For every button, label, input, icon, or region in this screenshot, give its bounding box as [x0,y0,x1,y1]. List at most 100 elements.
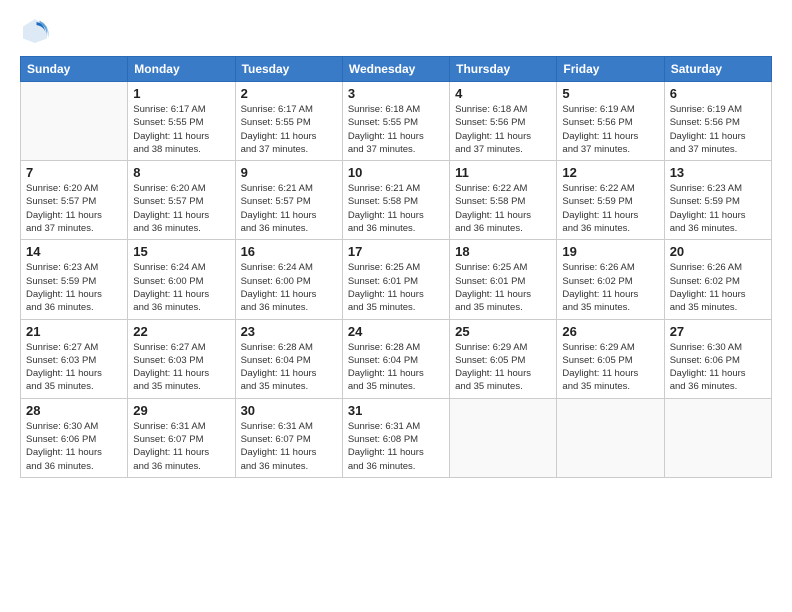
weekday-header-row: SundayMondayTuesdayWednesdayThursdayFrid… [21,57,772,82]
calendar-cell: 19 Sunrise: 6:26 AMSunset: 6:02 PMDayligh… [557,240,664,319]
day-number: 19 [562,244,658,259]
day-info: Sunrise: 6:19 AMSunset: 5:56 PMDaylight:… [562,103,658,156]
calendar-cell: 23 Sunrise: 6:28 AMSunset: 6:04 PMDayligh… [235,319,342,398]
day-number: 24 [348,324,444,339]
day-number: 21 [26,324,122,339]
week-row-2: 7Sunrise: 6:20 AMSunset: 5:57 PMDaylight… [21,161,772,240]
weekday-header-thursday: Thursday [450,57,557,82]
day-info: Sunrise: 6:27 AMSunset: 6:03 PMDaylight:… [26,341,122,394]
calendar-cell: 18 Sunrise: 6:25 AMSunset: 6:01 PMDayligh… [450,240,557,319]
header [20,16,772,46]
day-number: 8 [133,165,229,180]
logo-icon [20,16,50,46]
day-info: Sunrise: 6:26 AMSunset: 6:02 PMDaylight:… [670,261,766,314]
day-info: Sunrise: 6:30 AMSunset: 6:06 PMDaylight:… [26,420,122,473]
day-number: 25 [455,324,551,339]
day-info: Sunrise: 6:29 AMSunset: 6:05 PMDaylight:… [562,341,658,394]
day-number: 11 [455,165,551,180]
calendar-cell [450,398,557,477]
calendar-cell: 29Sunrise: 6:31 AMSunset: 6:07 PMDayligh… [128,398,235,477]
day-number: 10 [348,165,444,180]
day-number: 22 [133,324,229,339]
day-info: Sunrise: 6:21 AMSunset: 5:58 PMDaylight:… [348,182,444,235]
week-row-1: 1 Sunrise: 6:17 AMSunset: 5:55 PMDaylight… [21,82,772,161]
weekday-header-sunday: Sunday [21,57,128,82]
weekday-header-wednesday: Wednesday [342,57,449,82]
day-number: 18 [455,244,551,259]
calendar-cell: 11Sunrise: 6:22 AMSunset: 5:58 PMDayligh… [450,161,557,240]
day-info: Sunrise: 6:24 AMSunset: 6:00 PMDaylight:… [133,261,229,314]
weekday-header-tuesday: Tuesday [235,57,342,82]
calendar-cell [664,398,771,477]
day-number: 26 [562,324,658,339]
logo [20,16,54,46]
day-number: 13 [670,165,766,180]
calendar-cell: 14Sunrise: 6:23 AMSunset: 5:59 PMDayligh… [21,240,128,319]
day-number: 28 [26,403,122,418]
calendar-cell: 5Sunrise: 6:19 AMSunset: 5:56 PMDaylight… [557,82,664,161]
day-number: 3 [348,86,444,101]
day-number: 30 [241,403,337,418]
day-info: Sunrise: 6:28 AMSunset: 6:04 PMDaylight:… [348,341,444,394]
calendar-cell: 30 Sunrise: 6:31 AMSunset: 6:07 PMDayligh… [235,398,342,477]
calendar-cell: 15 Sunrise: 6:24 AMSunset: 6:00 PMDayligh… [128,240,235,319]
calendar-cell [21,82,128,161]
day-number: 20 [670,244,766,259]
day-number: 6 [670,86,766,101]
day-number: 2 [241,86,337,101]
day-number: 23 [241,324,337,339]
day-info: Sunrise: 6:31 AMSunset: 6:07 PMDaylight:… [133,420,229,473]
calendar-cell: 20 Sunrise: 6:26 AMSunset: 6:02 PMDayligh… [664,240,771,319]
day-info: Sunrise: 6:28 AMSunset: 6:04 PMDaylight:… [241,341,337,394]
day-info: Sunrise: 6:20 AMSunset: 5:57 PMDaylight:… [133,182,229,235]
day-info: Sunrise: 6:25 AMSunset: 6:01 PMDaylight:… [348,261,444,314]
day-info: Sunrise: 6:31 AMSunset: 6:08 PMDaylight:… [348,420,444,473]
day-info: Sunrise: 6:17 AMSunset: 5:55 PMDaylight:… [133,103,229,156]
calendar-cell: 22Sunrise: 6:27 AMSunset: 6:03 PMDayligh… [128,319,235,398]
week-row-3: 14Sunrise: 6:23 AMSunset: 5:59 PMDayligh… [21,240,772,319]
day-number: 27 [670,324,766,339]
day-info: Sunrise: 6:25 AMSunset: 6:01 PMDaylight:… [455,261,551,314]
week-row-4: 21 Sunrise: 6:27 AMSunset: 6:03 PMDayligh… [21,319,772,398]
calendar-cell: 9Sunrise: 6:21 AMSunset: 5:57 PMDaylight… [235,161,342,240]
day-info: Sunrise: 6:29 AMSunset: 6:05 PMDaylight:… [455,341,551,394]
weekday-header-friday: Friday [557,57,664,82]
calendar-cell: 8 Sunrise: 6:20 AMSunset: 5:57 PMDaylight… [128,161,235,240]
day-number: 17 [348,244,444,259]
calendar-cell: 13 Sunrise: 6:23 AMSunset: 5:59 PMDayligh… [664,161,771,240]
day-number: 31 [348,403,444,418]
page: SundayMondayTuesdayWednesdayThursdayFrid… [0,0,792,612]
day-info: Sunrise: 6:18 AMSunset: 5:56 PMDaylight:… [455,103,551,156]
calendar-cell: 4 Sunrise: 6:18 AMSunset: 5:56 PMDaylight… [450,82,557,161]
calendar-cell: 12 Sunrise: 6:22 AMSunset: 5:59 PMDayligh… [557,161,664,240]
calendar-cell: 2 Sunrise: 6:17 AMSunset: 5:55 PMDaylight… [235,82,342,161]
day-number: 15 [133,244,229,259]
day-number: 14 [26,244,122,259]
day-number: 12 [562,165,658,180]
calendar-cell: 3Sunrise: 6:18 AMSunset: 5:55 PMDaylight… [342,82,449,161]
day-number: 1 [133,86,229,101]
calendar-cell: 17 Sunrise: 6:25 AMSunset: 6:01 PMDayligh… [342,240,449,319]
day-info: Sunrise: 6:30 AMSunset: 6:06 PMDaylight:… [670,341,766,394]
calendar-cell: 21 Sunrise: 6:27 AMSunset: 6:03 PMDayligh… [21,319,128,398]
calendar-cell: 24 Sunrise: 6:28 AMSunset: 6:04 PMDayligh… [342,319,449,398]
calendar-cell: 25 Sunrise: 6:29 AMSunset: 6:05 PMDayligh… [450,319,557,398]
day-info: Sunrise: 6:23 AMSunset: 5:59 PMDaylight:… [670,182,766,235]
calendar-cell: 31 Sunrise: 6:31 AMSunset: 6:08 PMDayligh… [342,398,449,477]
day-info: Sunrise: 6:20 AMSunset: 5:57 PMDaylight:… [26,182,122,235]
calendar-cell: 16Sunrise: 6:24 AMSunset: 6:00 PMDayligh… [235,240,342,319]
calendar-cell: 28 Sunrise: 6:30 AMSunset: 6:06 PMDayligh… [21,398,128,477]
day-info: Sunrise: 6:17 AMSunset: 5:55 PMDaylight:… [241,103,337,156]
week-row-5: 28 Sunrise: 6:30 AMSunset: 6:06 PMDayligh… [21,398,772,477]
calendar: SundayMondayTuesdayWednesdayThursdayFrid… [20,56,772,478]
day-number: 9 [241,165,337,180]
day-info: Sunrise: 6:26 AMSunset: 6:02 PMDaylight:… [562,261,658,314]
day-info: Sunrise: 6:22 AMSunset: 5:59 PMDaylight:… [562,182,658,235]
calendar-cell: 6Sunrise: 6:19 AMSunset: 5:56 PMDaylight… [664,82,771,161]
calendar-cell: 27 Sunrise: 6:30 AMSunset: 6:06 PMDayligh… [664,319,771,398]
day-info: Sunrise: 6:31 AMSunset: 6:07 PMDaylight:… [241,420,337,473]
weekday-header-saturday: Saturday [664,57,771,82]
calendar-cell: 7Sunrise: 6:20 AMSunset: 5:57 PMDaylight… [21,161,128,240]
calendar-cell: 1 Sunrise: 6:17 AMSunset: 5:55 PMDaylight… [128,82,235,161]
day-number: 4 [455,86,551,101]
